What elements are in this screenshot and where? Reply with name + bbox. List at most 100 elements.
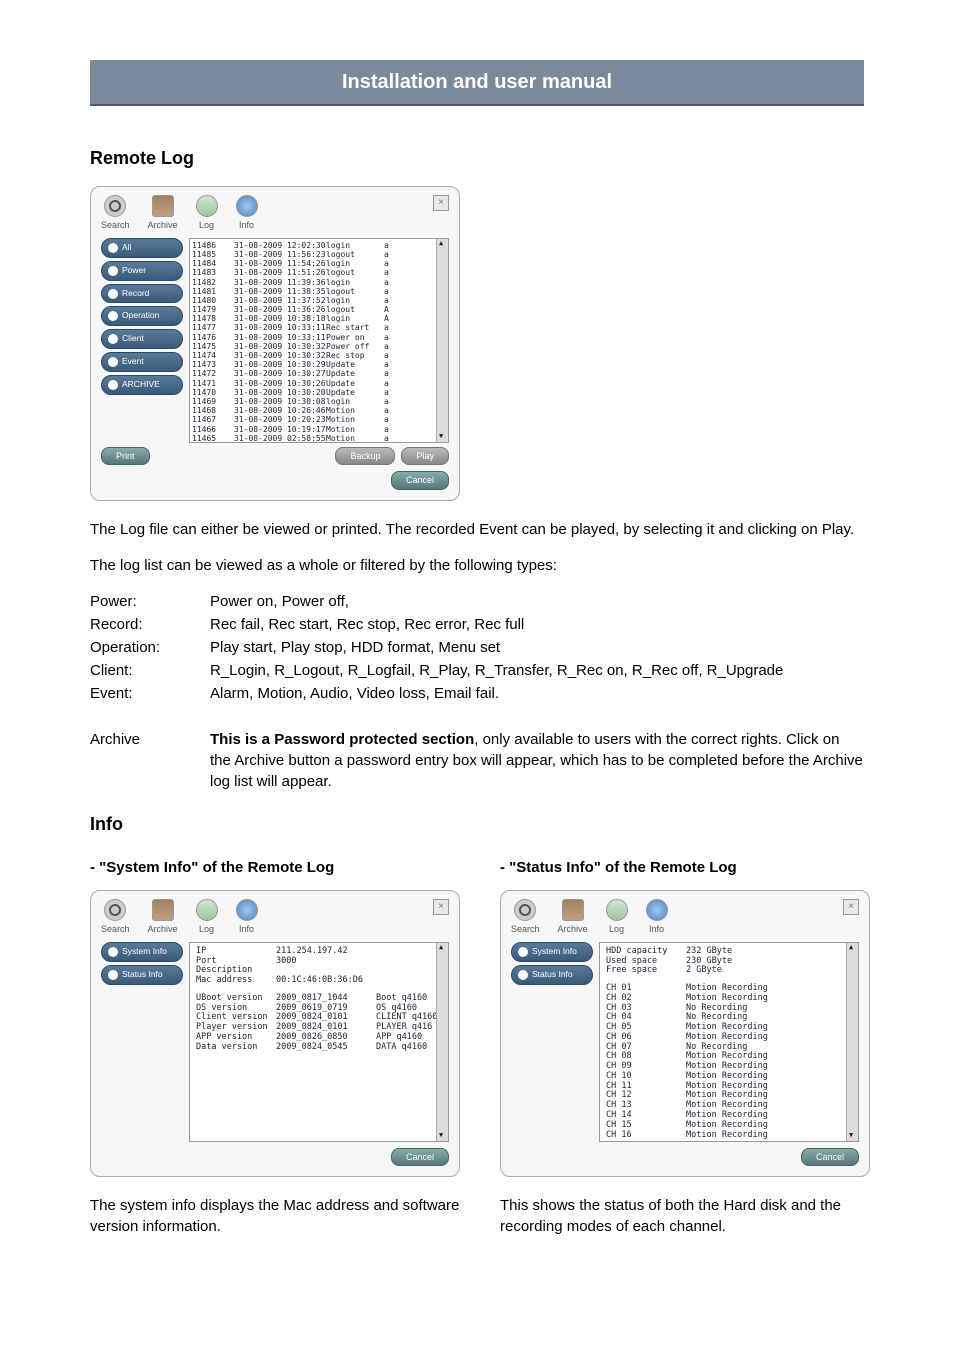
type-key: Event: (90, 683, 210, 704)
info-icon (236, 899, 258, 921)
search-icon (514, 899, 536, 921)
log-row[interactable]: 1147831-08-2009 10:38:18loginA (192, 314, 446, 323)
log-row[interactable]: 1146531-08-2009 02:58:55Motiona (192, 434, 446, 443)
sidebar-item[interactable]: Status Info (511, 965, 593, 985)
cancel-button[interactable]: Cancel (801, 1148, 859, 1167)
tab-archive[interactable]: Archive (558, 899, 588, 936)
cancel-button[interactable]: Cancel (391, 1148, 449, 1167)
tab-search[interactable]: Search (511, 899, 540, 936)
log-row[interactable]: 1148131-08-2009 11:38:35logouta (192, 287, 446, 296)
log-row[interactable]: 1147631-08-2009 10:33:11Power ona (192, 333, 446, 342)
type-value: Power on, Power off, (210, 591, 864, 612)
info-icon (518, 947, 528, 957)
type-value: Alarm, Motion, Audio, Video loss, Email … (210, 683, 864, 704)
play-button[interactable]: Play (401, 447, 449, 466)
log-row[interactable]: 1148031-08-2009 11:37:52logina (192, 296, 446, 305)
tab-log[interactable]: Log (196, 899, 218, 936)
close-icon[interactable]: × (433, 899, 449, 915)
tab-info[interactable]: Info (236, 195, 258, 232)
log-row[interactable]: 1146731-08-2009 10:20:23Motiona (192, 415, 446, 424)
log-row[interactable]: 1147731-08-2009 10:33:11Rec starta (192, 323, 446, 332)
info-icon (518, 970, 528, 980)
search-icon (104, 899, 126, 921)
log-row[interactable]: 1147231-08-2009 10:30:27Updatea (192, 369, 446, 378)
filter-icon (108, 289, 118, 299)
tab-archive[interactable]: Archive (148, 195, 178, 232)
sidebar-item[interactable]: System Info (511, 942, 593, 962)
tab-info[interactable]: Info (236, 899, 258, 936)
type-key: Operation: (90, 637, 210, 658)
log-row[interactable]: 1148231-08-2009 11:39:36logina (192, 278, 446, 287)
info-row: Mac address00:1C:46:0B:36:D6 (196, 976, 442, 986)
hdd-row: Free space2 GByte (606, 966, 852, 976)
channel-row: CH 16Motion Recording (606, 1131, 852, 1141)
type-value: Play start, Play stop, HDD format, Menu … (210, 637, 864, 658)
log-row[interactable]: 1148631-08-2009 12:02:30logina (192, 241, 446, 250)
archive-icon (152, 195, 174, 217)
type-key: Power: (90, 591, 210, 612)
close-icon[interactable]: × (843, 899, 859, 915)
log-row[interactable]: 1146931-08-2009 10:30:08logina (192, 397, 446, 406)
version-row: Data version2009_0824_0545DATA q4160 (196, 1043, 442, 1053)
sidebar-item[interactable]: ARCHIVE (101, 375, 183, 395)
info-icon (108, 947, 118, 957)
page-header: Installation and user manual (90, 60, 864, 106)
info-icon (108, 970, 118, 980)
log-row[interactable]: 1147031-08-2009 10:30:20Updatea (192, 388, 446, 397)
log-row[interactable]: 1147531-08-2009 10:30:32Power offa (192, 342, 446, 351)
body-text: The log list can be viewed as a whole or… (90, 555, 864, 576)
info-icon (236, 195, 258, 217)
log-row[interactable]: 1148531-08-2009 11:56:23logouta (192, 250, 446, 259)
scrollbar[interactable] (436, 943, 448, 1141)
archive-icon (562, 899, 584, 921)
sidebar-item[interactable]: Operation (101, 306, 183, 326)
info-icon (646, 899, 668, 921)
backup-button[interactable]: Backup (335, 447, 395, 466)
caption: This shows the status of both the Hard d… (500, 1195, 870, 1237)
log-row[interactable]: 1147131-08-2009 10:30:26Updatea (192, 379, 446, 388)
log-list[interactable]: 1148631-08-2009 12:02:30logina1148531-08… (189, 238, 449, 443)
tab-archive[interactable]: Archive (148, 899, 178, 936)
sidebar-item[interactable]: Event (101, 352, 183, 372)
log-icon (196, 195, 218, 217)
info-row: IP211.254.197.42 (196, 947, 442, 957)
cancel-button[interactable]: Cancel (391, 471, 449, 490)
log-icon (606, 899, 628, 921)
log-row[interactable]: 1146831-08-2009 10:26:46Motiona (192, 406, 446, 415)
body-text: The Log file can either be viewed or pri… (90, 519, 864, 540)
filter-icon (108, 266, 118, 276)
type-key: Archive (90, 729, 210, 792)
sidebar-item[interactable]: Client (101, 329, 183, 349)
filter-icon (108, 334, 118, 344)
log-icon (196, 899, 218, 921)
sidebar-item[interactable]: Status Info (101, 965, 183, 985)
sidebar-item[interactable]: All (101, 238, 183, 258)
statinfo-body: HDD capacity232 GByteUsed space230 GByte… (599, 942, 859, 1142)
scrollbar[interactable] (436, 239, 448, 442)
tab-search[interactable]: Search (101, 899, 130, 936)
sysinfo-window: × Search Archive Log Info System Info Sta… (90, 890, 460, 1177)
type-key: Client: (90, 660, 210, 681)
scrollbar[interactable] (846, 943, 858, 1141)
log-row[interactable]: 1148331-08-2009 11:51:26logouta (192, 268, 446, 277)
log-row[interactable]: 1148431-08-2009 11:54:26logina (192, 259, 446, 268)
log-row[interactable]: 1147431-08-2009 10:30:32Rec stopa (192, 351, 446, 360)
type-key: Record: (90, 614, 210, 635)
close-icon[interactable]: × (433, 195, 449, 211)
sidebar-item[interactable]: Record (101, 284, 183, 304)
print-button[interactable]: Print (101, 447, 150, 466)
log-window: × Search Archive Log Info All Power Record… (90, 186, 460, 501)
log-row[interactable]: 1146631-08-2009 10:19:17Motiona (192, 425, 446, 434)
section-remote-log: Remote Log (90, 146, 864, 171)
tab-search[interactable]: Search (101, 195, 130, 232)
sidebar-item[interactable]: Power (101, 261, 183, 281)
filter-icon (108, 311, 118, 321)
tab-log[interactable]: Log (606, 899, 628, 936)
tab-log[interactable]: Log (196, 195, 218, 232)
type-value: This is a Password protected section, on… (210, 729, 864, 792)
type-value: Rec fail, Rec start, Rec stop, Rec error… (210, 614, 864, 635)
tab-info[interactable]: Info (646, 899, 668, 936)
sidebar-item[interactable]: System Info (101, 942, 183, 962)
log-row[interactable]: 1147331-08-2009 10:30:29Updatea (192, 360, 446, 369)
log-row[interactable]: 1147931-08-2009 11:36:26logoutA (192, 305, 446, 314)
